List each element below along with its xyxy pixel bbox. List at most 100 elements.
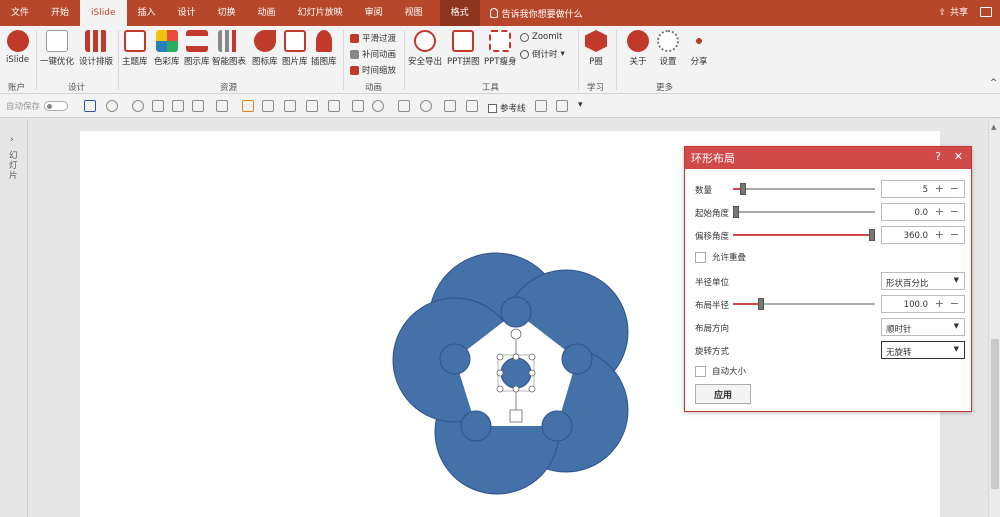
theme-library-button[interactable]: 主题库 — [122, 30, 148, 67]
illustration-library-button[interactable]: 插图库 — [311, 30, 337, 67]
tab-home[interactable]: 开始 — [40, 0, 80, 26]
picture-insert-icon[interactable] — [466, 100, 478, 112]
grid-icon[interactable] — [352, 100, 364, 112]
move-crosshair-icon[interactable] — [509, 409, 523, 423]
p-circle-button[interactable]: P圈 — [585, 30, 607, 67]
tab-animations[interactable]: 动画 — [247, 0, 287, 26]
minus-icon[interactable]: − — [950, 205, 959, 219]
icon-library-button[interactable]: 图标库 — [252, 30, 278, 67]
image-library-button[interactable]: 图片库 — [282, 30, 308, 67]
layout-radius-slider[interactable] — [733, 298, 875, 310]
customize-dropdown-icon[interactable]: ▾ — [578, 100, 590, 112]
guides-checkbox[interactable]: 参考线 — [488, 102, 526, 114]
tab-design[interactable]: 设计 — [167, 0, 207, 26]
tab-slideshow[interactable]: 幻灯片放映 — [287, 0, 354, 26]
start-angle-field[interactable]: 0.0 + − — [881, 203, 965, 221]
pie-icon[interactable] — [420, 100, 432, 112]
share-ribbon-button[interactable]: 分享 — [688, 30, 710, 67]
offset-angle-field[interactable]: 360.0 + − — [881, 226, 965, 244]
zoomit-button[interactable]: ZoomIt — [520, 32, 562, 42]
apply-button[interactable]: 应用 — [695, 384, 751, 404]
resize-handle[interactable] — [496, 369, 504, 377]
dialog-titlebar[interactable]: 环形布局 ? ✕ — [685, 147, 971, 169]
slider-knob[interactable] — [758, 298, 765, 310]
minus-icon[interactable]: − — [950, 182, 959, 196]
one-key-optimize-button[interactable]: 一键优化 — [40, 30, 74, 67]
plus-icon[interactable]: + — [935, 297, 944, 311]
collapse-ribbon-icon[interactable]: ^ — [990, 78, 997, 88]
small-circle-5[interactable] — [439, 343, 471, 375]
shape-icon[interactable] — [216, 100, 228, 112]
crop-icon[interactable] — [306, 100, 318, 112]
circle-icon[interactable] — [372, 100, 384, 112]
tab-transitions[interactable]: 切换 — [207, 0, 247, 26]
auto-size-checkbox[interactable]: 自动大小 — [695, 365, 746, 377]
settings-button[interactable]: 设置 — [657, 30, 679, 67]
slider-knob[interactable] — [733, 206, 739, 218]
redo-icon[interactable] — [132, 100, 144, 112]
design-layout-button[interactable]: 设计排版 — [79, 30, 113, 67]
slider-knob[interactable] — [739, 183, 746, 195]
small-circle-1[interactable] — [500, 296, 532, 328]
table-icon[interactable] — [284, 100, 296, 112]
share-button[interactable]: ⇧ 共享 — [938, 0, 968, 26]
countdown-button[interactable]: 倒计时 ▾ — [520, 48, 565, 60]
center-circle[interactable] — [500, 357, 532, 389]
plus-icon[interactable]: + — [935, 205, 944, 219]
expand-chevron-icon[interactable]: › — [10, 135, 14, 145]
smart-chart-button[interactable]: 智能图表 — [212, 30, 246, 67]
minus-icon[interactable]: − — [950, 228, 959, 242]
smooth-transition-button[interactable]: 平滑过渡 — [350, 32, 396, 44]
islide-button[interactable]: iSlide — [6, 30, 29, 65]
resize-handle[interactable] — [512, 385, 520, 393]
direction-select[interactable]: 顺时针 ▼ — [881, 318, 965, 336]
layout-radius-field[interactable]: 100.0 + − — [881, 295, 965, 313]
small-circle-3[interactable] — [541, 410, 573, 442]
small-circle-4[interactable] — [460, 410, 492, 442]
arrange-icon[interactable] — [535, 100, 547, 112]
copy-icon[interactable] — [262, 100, 274, 112]
tween-animation-button[interactable]: 补间动画 — [350, 48, 396, 60]
start-angle-slider[interactable] — [733, 206, 875, 218]
offset-angle-slider[interactable] — [733, 229, 875, 241]
resize-handle[interactable] — [512, 353, 520, 361]
distribute-icon[interactable] — [328, 100, 340, 112]
color-library-button[interactable]: 色彩库 — [154, 30, 180, 67]
autosave-toggle[interactable]: 自动保存 — [6, 100, 69, 112]
scroll-up-icon[interactable]: ▲ — [991, 123, 996, 131]
tab-islide[interactable]: iSlide — [80, 0, 127, 26]
ppt-slim-button[interactable]: PPT瘦身 — [484, 30, 516, 67]
safe-export-button[interactable]: 安全导出 — [408, 30, 442, 67]
comment-icon[interactable] — [980, 7, 992, 17]
rotation-select[interactable]: 无旋转 ▼ — [881, 341, 965, 359]
align-icon[interactable] — [192, 100, 204, 112]
plus-icon[interactable]: + — [935, 182, 944, 196]
tab-format[interactable]: 格式 — [439, 0, 480, 26]
ppt-collage-button[interactable]: PPT拼图 — [447, 30, 479, 67]
resize-handle[interactable] — [496, 385, 504, 393]
resize-handle[interactable] — [528, 385, 536, 393]
text-icon[interactable] — [398, 100, 410, 112]
tab-insert[interactable]: 插入 — [127, 0, 167, 26]
format-painter-icon[interactable] — [152, 100, 164, 112]
small-circle-2[interactable] — [561, 343, 593, 375]
vertical-scrollbar[interactable]: ▲ — [988, 119, 1000, 517]
time-zoom-button[interactable]: 时间缩放 — [350, 64, 396, 76]
rotate-handle-icon[interactable] — [510, 328, 522, 340]
fill-icon[interactable] — [444, 100, 456, 112]
undo-icon[interactable] — [106, 100, 118, 112]
tab-file[interactable]: 文件 — [0, 0, 40, 26]
tab-view[interactable]: 视图 — [394, 0, 434, 26]
diagram-library-button[interactable]: 图示库 — [184, 30, 210, 67]
radius-unit-select[interactable]: 形状百分比 ▼ — [881, 272, 965, 290]
count-slider[interactable] — [733, 183, 875, 195]
group-icon[interactable] — [242, 100, 254, 112]
minus-icon[interactable]: − — [950, 297, 959, 311]
plus-icon[interactable]: + — [935, 228, 944, 242]
tab-review[interactable]: 审阅 — [354, 0, 394, 26]
select-icon[interactable] — [172, 100, 184, 112]
resize-handle[interactable] — [528, 369, 536, 377]
resize-handle[interactable] — [528, 353, 536, 361]
about-button[interactable]: 关于 — [627, 30, 649, 67]
resize-handle[interactable] — [496, 353, 504, 361]
